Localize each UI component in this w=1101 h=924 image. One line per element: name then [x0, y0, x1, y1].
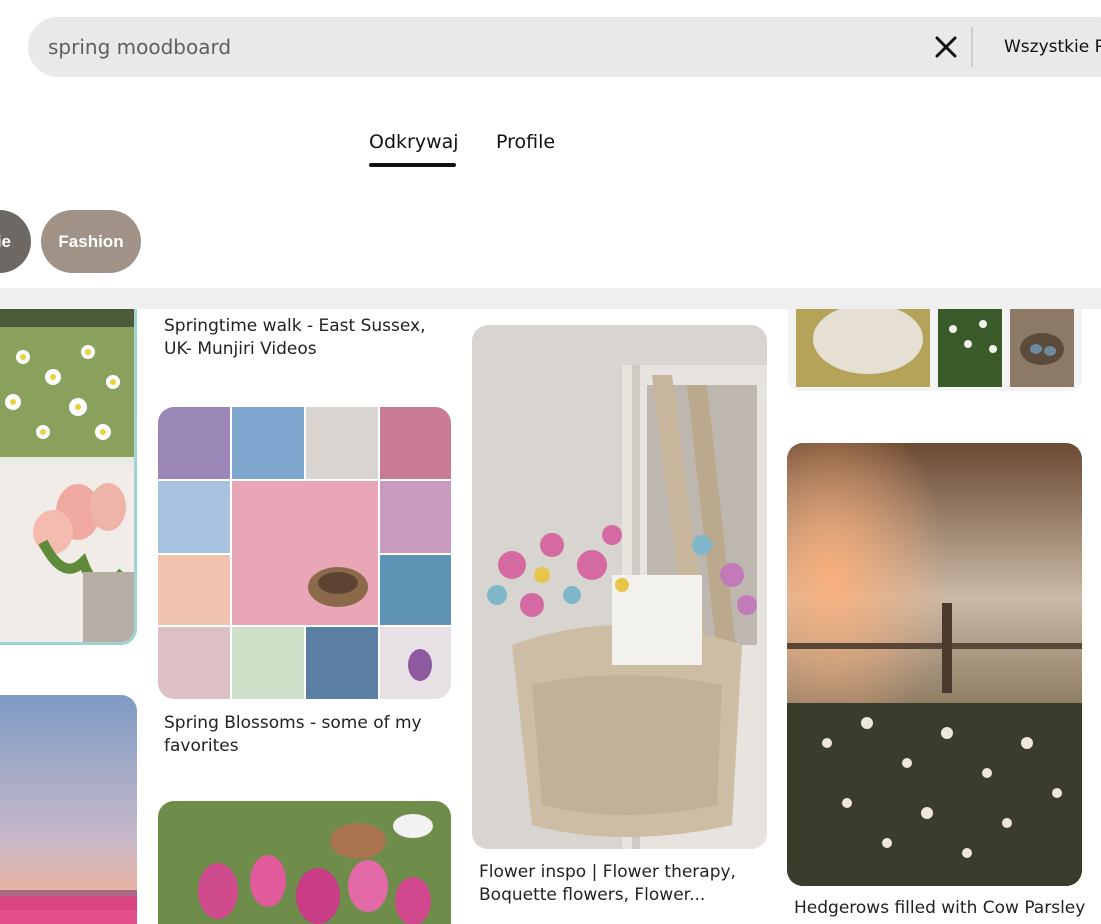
pin-image-tote-bag-flowers[interactable] [472, 325, 767, 849]
search-bar[interactable]: spring moodboard Wszystkie Pi [28, 17, 1101, 77]
pin-title-spring-blossoms[interactable]: Spring Blossoms - some of my favorites [164, 712, 449, 758]
chip-label: ie [0, 231, 11, 251]
pin-title-springtime-walk[interactable]: Springtime walk - East Sussex, UK- Munji… [164, 315, 449, 361]
active-tab-indicator [369, 163, 456, 167]
pin-title-hedgerows[interactable]: Hedgerows filled with Cow Parsley [794, 897, 1085, 920]
tab-profile[interactable]: Profile [496, 131, 555, 153]
tab-odkrywaj[interactable]: Odkrywaj [369, 131, 459, 153]
search-divider [971, 27, 973, 67]
pin-title-flower-inspo[interactable]: Flower inspo | Flower therapy, Boquette … [479, 861, 764, 907]
search-input[interactable]: spring moodboard [48, 35, 231, 59]
pin-image-tulip-field[interactable] [0, 695, 137, 924]
filter-chip-fashion[interactable]: Fashion [41, 210, 141, 273]
chip-label: Fashion [58, 231, 124, 251]
pin-image-lamb-nest[interactable] [788, 309, 1082, 391]
pin-image-spring-blossoms[interactable] [158, 407, 451, 699]
pin-grid: Springtime walk - East Sussex, UK- Munji… [0, 309, 1101, 924]
filter-chip-previous[interactable]: ie [0, 210, 31, 273]
header-separator [0, 288, 1101, 309]
pin-image-daisies-tulips[interactable] [0, 309, 137, 645]
close-icon[interactable] [932, 33, 960, 61]
search-scope-dropdown[interactable]: Wszystkie Pi [1004, 37, 1101, 57]
pin-image-pink-tulips[interactable] [158, 801, 451, 924]
pin-image-hedgerows[interactable] [787, 443, 1082, 886]
